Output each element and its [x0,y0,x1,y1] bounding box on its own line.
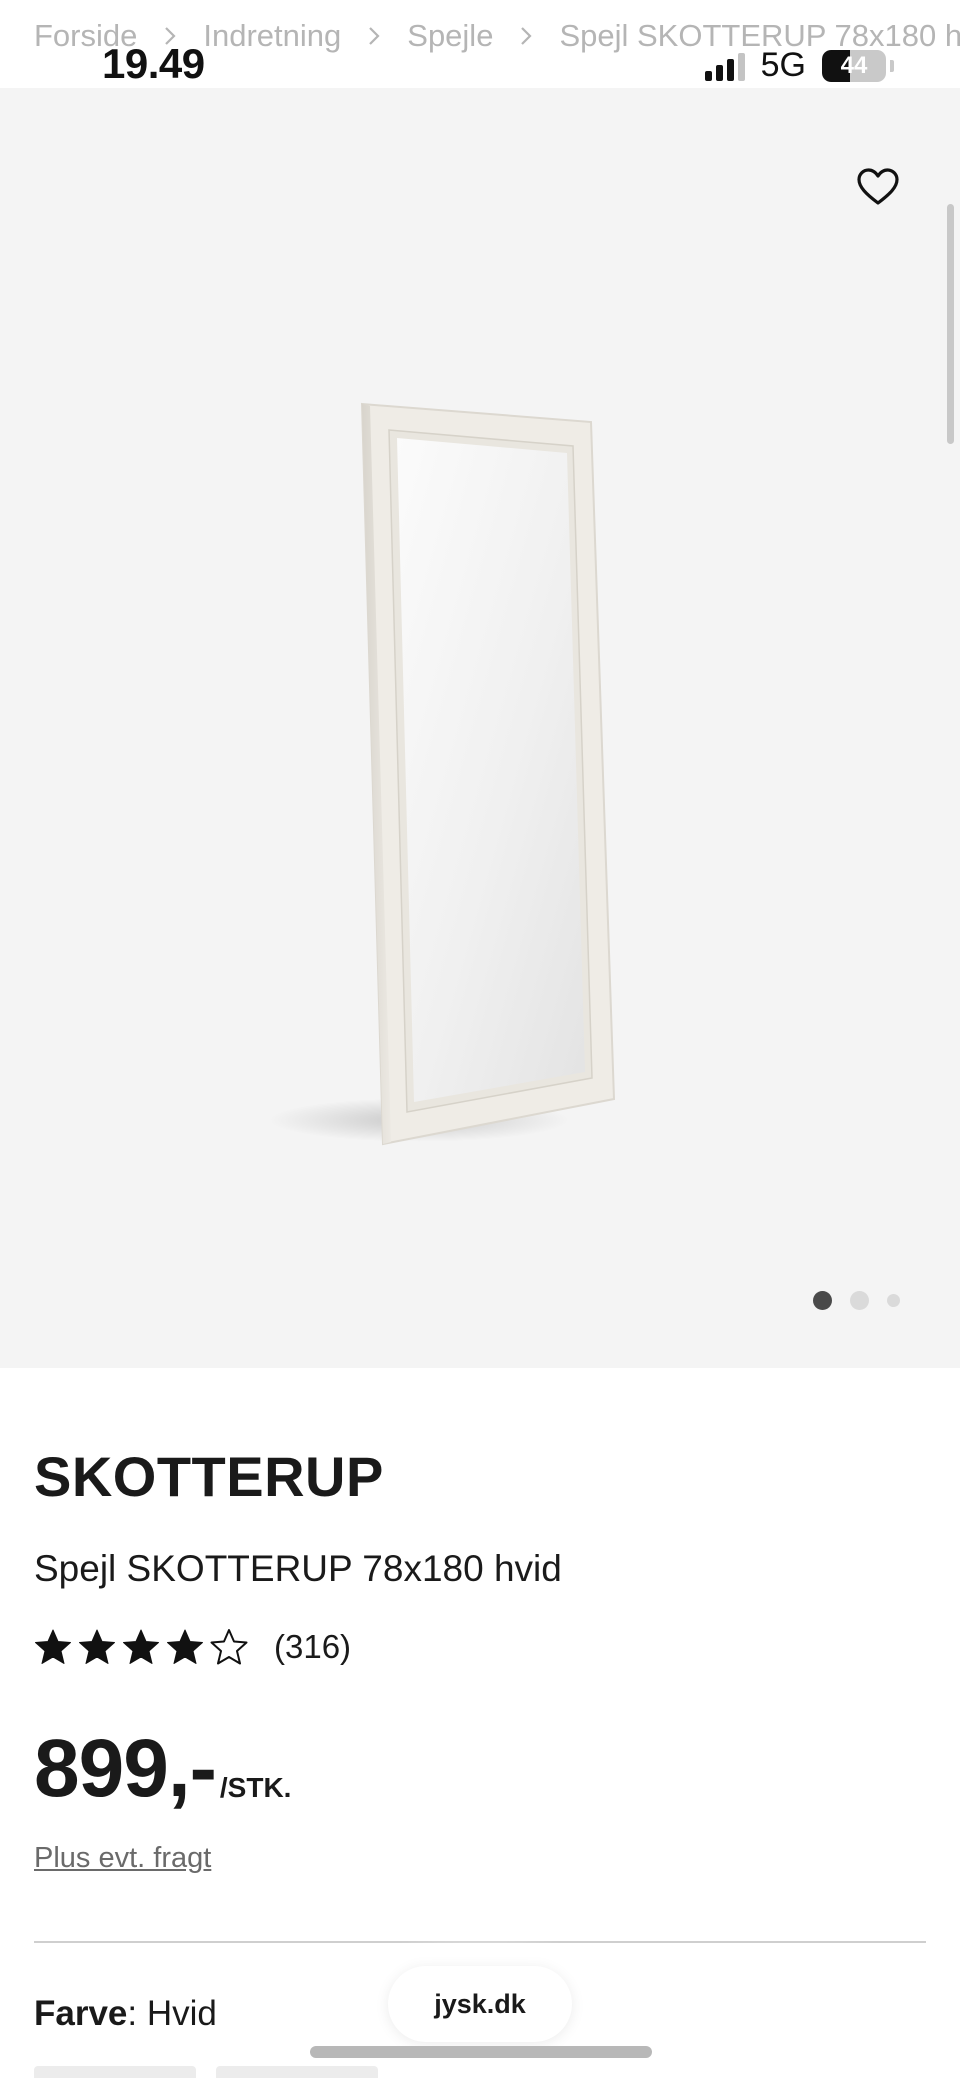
review-count[interactable]: (316) [274,1628,351,1666]
breadcrumb-item-forside[interactable]: Forside [34,18,137,54]
color-label: Farve [34,1994,128,2033]
breadcrumb-item-spejle[interactable]: Spejle [407,18,493,54]
favorite-button[interactable] [854,163,902,211]
shipping-link[interactable]: Plus evt. fragt [34,1842,211,1875]
star-filled-icon [167,1629,203,1664]
rating-stars [34,1628,248,1666]
chevron-right-icon [519,25,533,47]
gallery-dot-3[interactable] [887,1294,900,1307]
home-indicator[interactable] [310,2046,652,2058]
gallery-pagination [813,1291,900,1310]
breadcrumb: Forside Indretning Spejle Spejl SKOTTERU… [34,14,960,58]
product-image-gallery[interactable] [0,88,960,1368]
breadcrumb-item-indretning[interactable]: Indretning [203,18,341,54]
product-price: 899,- [34,1723,217,1814]
breadcrumb-item-current: Spejl SKOTTERUP 78x180 hv [559,18,960,53]
star-outline-icon [210,1629,248,1665]
mirror-product-image [229,394,729,1156]
price-unit: /STK. [219,1772,292,1803]
scrollbar-thumb[interactable] [947,204,954,444]
color-separator: : [127,1994,138,2033]
battery-tip [890,59,894,72]
color-selection-label: Farve: Hvid [34,1994,217,2034]
star-filled-icon [123,1629,159,1664]
product-name: Spejl SKOTTERUP 78x180 hvid [34,1548,562,1589]
chevron-right-icon [163,25,177,47]
price-row: 899,- /STK. [34,1728,291,1810]
product-brand: SKOTTERUP [34,1445,384,1508]
gallery-dot-1[interactable] [813,1291,832,1310]
browser-url-bar[interactable]: jysk.dk [388,1966,572,2042]
chevron-right-icon [367,25,381,47]
star-filled-icon [79,1629,115,1664]
star-filled-icon [35,1629,71,1664]
product-rating[interactable]: (316) [34,1628,351,1666]
heart-outline-icon [857,168,899,205]
color-swatch-1[interactable] [34,2066,196,2078]
gallery-dot-2[interactable] [850,1291,869,1310]
color-value: Hvid [137,1994,217,2033]
